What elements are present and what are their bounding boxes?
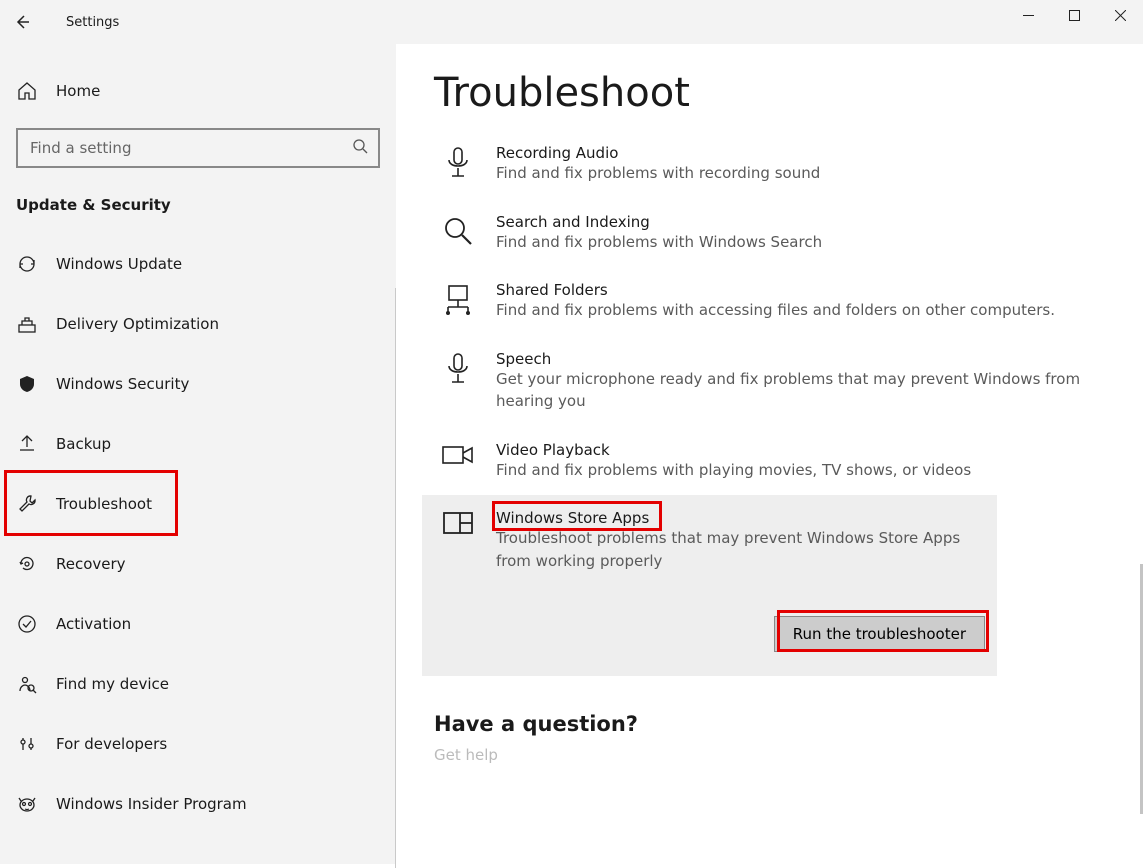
sidebar-item-label: Activation xyxy=(56,615,131,633)
sidebar-item-for-developers[interactable]: For developers xyxy=(0,714,396,774)
sidebar-item-label: Troubleshoot xyxy=(56,495,152,513)
window-title: Settings xyxy=(66,15,119,30)
get-help-link[interactable]: Get help xyxy=(434,746,1105,764)
ts-item-shared-folders[interactable]: Shared Folders Find and fix problems wit… xyxy=(434,267,1105,336)
search-input[interactable] xyxy=(28,138,352,158)
search-box[interactable] xyxy=(16,128,380,168)
ts-item-video-playback[interactable]: Video Playback Find and fix problems wit… xyxy=(434,427,1105,496)
ts-item-desc: Get your microphone ready and fix proble… xyxy=(496,368,1093,413)
search-icon xyxy=(352,138,368,158)
video-icon xyxy=(438,441,478,481)
ts-item-desc: Find and fix problems with accessing fil… xyxy=(496,299,1093,322)
run-troubleshooter-button[interactable]: Run the troubleshooter xyxy=(774,616,985,652)
sidebar-item-backup[interactable]: Backup xyxy=(0,414,396,474)
sidebar-item-find-my-device[interactable]: Find my device xyxy=(0,654,396,714)
update-icon xyxy=(16,253,38,275)
ts-item-title: Windows Store Apps xyxy=(496,509,649,527)
ts-item-desc: Find and fix problems with Windows Searc… xyxy=(496,231,1093,254)
have-question-heading: Have a question? xyxy=(434,712,1105,736)
ts-item-title: Video Playback xyxy=(496,441,1093,459)
minimize-button[interactable] xyxy=(1005,0,1051,30)
ts-item-windows-store-apps[interactable]: Windows Store Apps Troubleshoot problems… xyxy=(422,495,997,676)
ts-item-desc: Find and fix problems with recording sou… xyxy=(496,162,1093,185)
ts-item-title: Speech xyxy=(496,350,1093,368)
sidebar-item-label: Find my device xyxy=(56,675,169,693)
ts-item-recording-audio[interactable]: Recording Audio Find and fix problems wi… xyxy=(434,130,1105,199)
apps-icon xyxy=(438,509,478,549)
page-title: Troubleshoot xyxy=(434,70,1105,116)
sidebar-item-label: Windows Update xyxy=(56,255,182,273)
insider-icon xyxy=(16,793,38,815)
close-button[interactable] xyxy=(1097,0,1143,30)
find-device-icon xyxy=(16,673,38,695)
activation-icon xyxy=(16,613,38,635)
mic-icon xyxy=(438,350,478,390)
ts-item-desc: Find and fix problems with playing movie… xyxy=(496,459,1093,482)
sidebar-item-label: Backup xyxy=(56,435,111,453)
ts-item-search-indexing[interactable]: Search and Indexing Find and fix problem… xyxy=(434,199,1105,268)
ts-item-title: Recording Audio xyxy=(496,144,1093,162)
maximize-button[interactable] xyxy=(1051,0,1097,30)
delivery-icon xyxy=(16,313,38,335)
home-icon xyxy=(16,80,38,102)
sidebar-item-delivery-optimization[interactable]: Delivery Optimization xyxy=(0,294,396,354)
sidebar-item-label: Windows Security xyxy=(56,375,189,393)
sidebar-item-activation[interactable]: Activation xyxy=(0,594,396,654)
shield-icon xyxy=(16,373,38,395)
sidebar-item-label: Delivery Optimization xyxy=(56,315,219,333)
sidebar-item-label: Recovery xyxy=(56,555,126,573)
wrench-icon xyxy=(16,493,38,515)
sidebar-item-windows-security[interactable]: Windows Security xyxy=(0,354,396,414)
ts-item-title: Shared Folders xyxy=(496,281,1093,299)
home-label: Home xyxy=(56,82,100,100)
mic-icon xyxy=(438,144,478,184)
ts-item-desc: Troubleshoot problems that may prevent W… xyxy=(496,527,985,572)
ts-item-speech[interactable]: Speech Get your microphone ready and fix… xyxy=(434,336,1105,427)
sidebar-item-label: Windows Insider Program xyxy=(56,795,247,813)
ts-item-title: Search and Indexing xyxy=(496,213,1093,231)
sidebar-item-windows-update[interactable]: Windows Update xyxy=(0,234,396,294)
shared-folders-icon xyxy=(438,281,478,321)
developers-icon xyxy=(16,733,38,755)
sidebar-item-label: For developers xyxy=(56,735,167,753)
sidebar-category: Update & Security xyxy=(0,186,396,234)
sidebar: Home Update & Security Windows Update De… xyxy=(0,44,396,864)
backup-icon xyxy=(16,433,38,455)
recovery-icon xyxy=(16,553,38,575)
back-button[interactable] xyxy=(0,0,44,44)
sidebar-item-troubleshoot[interactable]: Troubleshoot xyxy=(0,474,396,534)
content-pane: Troubleshoot Recording Audio Find and fi… xyxy=(396,44,1143,864)
titlebar: Settings xyxy=(0,0,1143,44)
home-nav[interactable]: Home xyxy=(0,68,396,114)
sidebar-item-recovery[interactable]: Recovery xyxy=(0,534,396,594)
sidebar-item-windows-insider[interactable]: Windows Insider Program xyxy=(0,774,396,834)
search-icon xyxy=(438,213,478,253)
